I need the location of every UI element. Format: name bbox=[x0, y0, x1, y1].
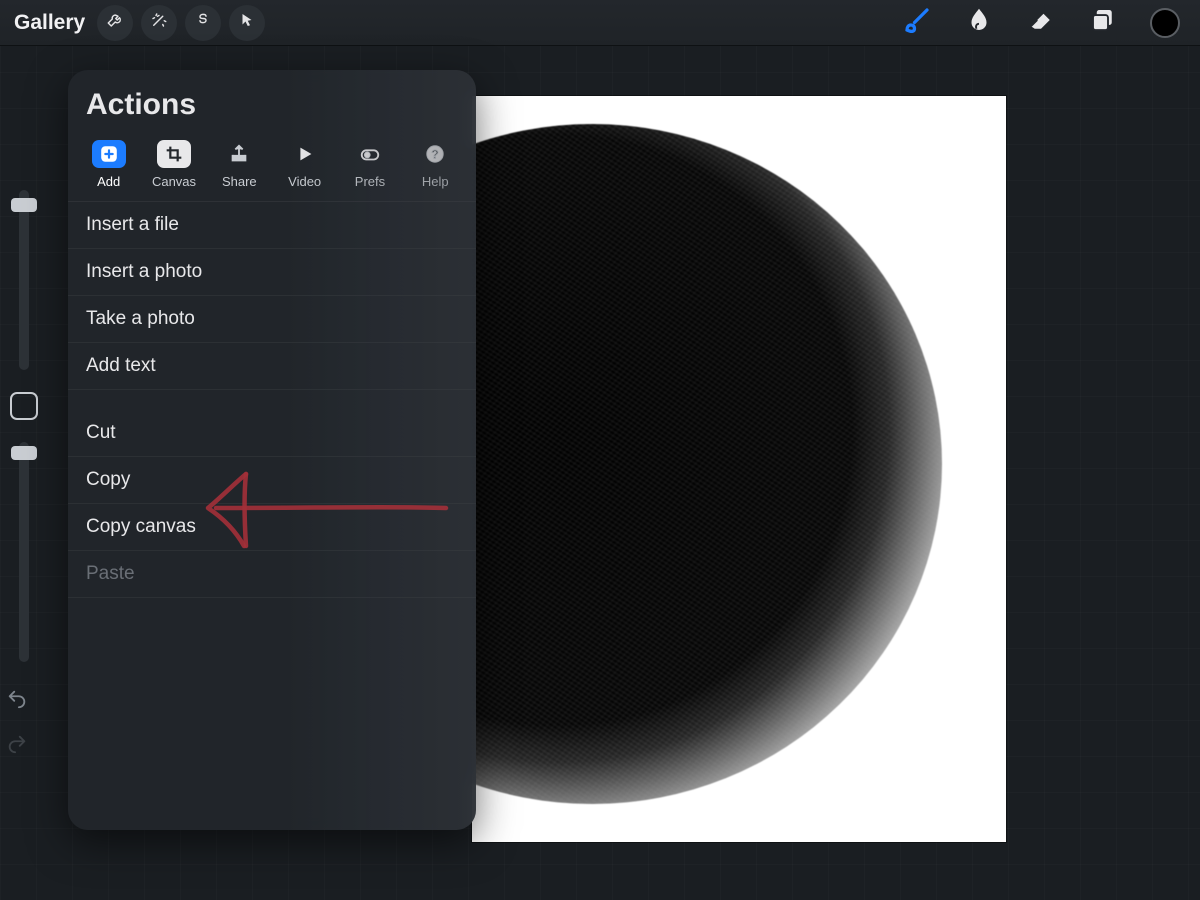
redo-button[interactable] bbox=[6, 733, 28, 760]
tab-add-label: Add bbox=[97, 174, 120, 189]
layers-icon bbox=[1088, 5, 1118, 40]
tab-canvas-label: Canvas bbox=[152, 174, 196, 189]
wrench-icon bbox=[106, 11, 124, 34]
prefs-toggle-icon bbox=[353, 140, 387, 168]
redo-icon bbox=[6, 742, 28, 759]
tab-add[interactable]: Add bbox=[76, 140, 141, 189]
modify-button[interactable] bbox=[10, 392, 38, 420]
transform-arrow-button[interactable] bbox=[229, 5, 265, 41]
actions-title: Actions bbox=[68, 88, 476, 132]
menu-add-text[interactable]: Add text bbox=[68, 343, 476, 390]
selection-s-icon bbox=[194, 11, 212, 34]
tab-help[interactable]: ? Help bbox=[403, 140, 468, 189]
canvas-crop-icon bbox=[157, 140, 191, 168]
canvas[interactable] bbox=[472, 96, 1006, 842]
menu-paste: Paste bbox=[68, 551, 476, 598]
wand-icon bbox=[150, 11, 168, 34]
eraser-icon bbox=[1026, 5, 1056, 40]
tab-prefs[interactable]: Prefs bbox=[337, 140, 402, 189]
undo-icon bbox=[6, 697, 28, 714]
tab-prefs-label: Prefs bbox=[355, 174, 385, 189]
tab-help-label: Help bbox=[422, 174, 449, 189]
tab-video-label: Video bbox=[288, 174, 321, 189]
svg-text:?: ? bbox=[432, 148, 439, 162]
video-play-icon bbox=[288, 140, 322, 168]
layers-button[interactable] bbox=[1088, 5, 1118, 40]
menu-take-photo[interactable]: Take a photo bbox=[68, 296, 476, 343]
menu-insert-file[interactable]: Insert a file bbox=[68, 202, 476, 249]
smudge-tool-button[interactable] bbox=[964, 5, 994, 40]
menu-insert-photo[interactable]: Insert a photo bbox=[68, 249, 476, 296]
menu-copy[interactable]: Copy bbox=[68, 457, 476, 504]
help-question-icon: ? bbox=[418, 140, 452, 168]
add-plus-icon bbox=[92, 140, 126, 168]
brush-size-thumb[interactable] bbox=[11, 198, 37, 212]
brush-opacity-thumb[interactable] bbox=[11, 446, 37, 460]
adjustments-wand-button[interactable] bbox=[141, 5, 177, 41]
left-slider-rail bbox=[4, 190, 44, 684]
canvas-artwork-brushstroke bbox=[472, 124, 942, 804]
actions-tab-row: Add Canvas Share Video Prefs bbox=[68, 132, 476, 202]
brush-icon bbox=[902, 5, 932, 40]
undo-button[interactable] bbox=[6, 688, 28, 715]
tab-canvas[interactable]: Canvas bbox=[141, 140, 206, 189]
actions-wrench-button[interactable] bbox=[97, 5, 133, 41]
eraser-tool-button[interactable] bbox=[1026, 5, 1056, 40]
menu-cut[interactable]: Cut bbox=[68, 410, 476, 457]
tab-video[interactable]: Video bbox=[272, 140, 337, 189]
color-swatch-button[interactable] bbox=[1150, 8, 1180, 38]
menu-copy-canvas[interactable]: Copy canvas bbox=[68, 504, 476, 551]
share-icon bbox=[222, 140, 256, 168]
smudge-icon bbox=[964, 5, 994, 40]
actions-popover: Actions Add Canvas Share Video bbox=[68, 70, 476, 830]
top-toolbar: Gallery bbox=[0, 0, 1200, 46]
tab-share[interactable]: Share bbox=[207, 140, 272, 189]
brush-opacity-slider[interactable] bbox=[19, 442, 29, 662]
tab-share-label: Share bbox=[222, 174, 257, 189]
brush-size-slider[interactable] bbox=[19, 190, 29, 370]
selection-tool-button[interactable] bbox=[185, 5, 221, 41]
brush-tool-button[interactable] bbox=[902, 5, 932, 40]
gallery-button[interactable]: Gallery bbox=[14, 11, 85, 35]
cursor-arrow-icon bbox=[238, 11, 256, 34]
